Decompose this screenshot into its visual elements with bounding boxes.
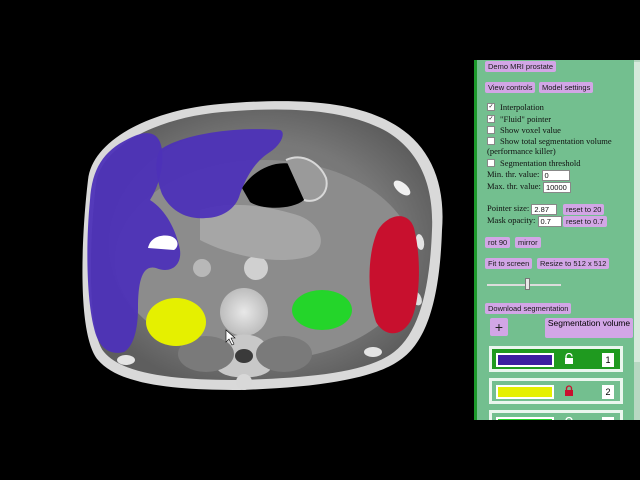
view-controls-button[interactable]: View controls (485, 82, 536, 93)
segment-row[interactable]: 1 (489, 346, 623, 372)
download-segmentation-button[interactable]: Download segmentation (485, 303, 572, 314)
segmentation-threshold-row: Segmentation threshold (487, 158, 581, 168)
segment-color-swatch[interactable] (496, 385, 554, 399)
app-frame: Demo MRI prostate View controls Model se… (0, 60, 640, 420)
lock-icon[interactable] (564, 385, 574, 397)
zoom-slider-thumb[interactable] (525, 278, 530, 290)
zoom-slider-track[interactable] (487, 284, 561, 286)
segmentation-volume-button[interactable]: Segmentation volume (545, 318, 633, 338)
segment-number: 1 (602, 353, 614, 367)
segment-number: 2 (602, 385, 614, 399)
segmentation-mask-spleen (369, 216, 419, 334)
segmentation-mask-right-kidney (146, 298, 206, 346)
min-threshold-input[interactable]: 0 (541, 169, 570, 181)
segment-number: 3 (602, 417, 614, 420)
scrollbar-thumb[interactable] (634, 62, 640, 362)
mask-opacity-row: Mask opacity: 0.7 (487, 215, 562, 227)
show-voxel-value-label: Show voxel value (500, 125, 561, 135)
interpolation-row: ✓ Interpolation (487, 102, 544, 112)
pointer-size-row: Pointer size: 2.87 (487, 203, 558, 215)
pointer-size-input[interactable]: 2.87 (531, 203, 558, 215)
aorta (244, 256, 268, 280)
image-viewer[interactable] (0, 60, 474, 420)
fluid-pointer-label: "Fluid" pointer (500, 114, 552, 124)
segment-row[interactable]: 3 (489, 410, 623, 420)
max-threshold-label: Max. thr. value: (487, 181, 541, 191)
segmentation-threshold-checkbox[interactable] (487, 159, 495, 168)
model-settings-button[interactable]: Model settings (539, 82, 594, 93)
segmentation-mask-left-kidney (292, 290, 352, 330)
segment-color-swatch[interactable] (496, 353, 554, 367)
vena-cava (193, 259, 211, 277)
show-total-volume-checkbox[interactable] (487, 137, 495, 146)
spinous-process (236, 374, 252, 390)
plus-icon: + (494, 319, 504, 335)
demo-mri-prostate-button[interactable]: Demo MRI prostate (485, 61, 557, 72)
min-threshold-row: Min. thr. value: 0 (487, 169, 570, 181)
pointer-size-label: Pointer size: (487, 203, 530, 213)
mask-opacity-label: Mask opacity: (487, 215, 536, 225)
max-threshold-row: Max. thr. value: 10000 (487, 181, 571, 193)
rotate-90-button[interactable]: rot 90 (485, 237, 511, 248)
segmentation-threshold-label: Segmentation threshold (500, 158, 581, 168)
control-panel: Demo MRI prostate View controls Model se… (474, 60, 640, 420)
reset-opacity-button[interactable]: reset to 0.7 (563, 216, 607, 227)
fit-to-screen-button[interactable]: Fit to screen (485, 258, 533, 269)
mirror-button[interactable]: mirror (515, 237, 541, 248)
show-voxel-value-checkbox[interactable] (487, 126, 495, 135)
resize-512-button[interactable]: Resize to 512 x 512 (537, 258, 610, 269)
paraspinal-muscle (256, 336, 312, 372)
mask-opacity-input[interactable]: 0.7 (537, 215, 562, 227)
segment-color-swatch[interactable] (496, 417, 554, 420)
fluid-pointer-checkbox[interactable]: ✓ (487, 115, 495, 124)
interpolation-label: Interpolation (500, 102, 544, 112)
max-threshold-input[interactable]: 10000 (542, 181, 571, 193)
ct-scan-canvas[interactable] (0, 60, 474, 420)
unlock-icon[interactable] (564, 417, 574, 420)
add-segment-button[interactable]: + (490, 318, 508, 336)
interpolation-checkbox[interactable]: ✓ (487, 103, 495, 112)
unlock-icon[interactable] (564, 353, 574, 365)
spinal-canal (235, 349, 253, 363)
rib (364, 347, 382, 357)
segmentation-volume-label: Segmentation volume (547, 318, 631, 328)
show-total-volume-label: Show total segmentation volume (performa… (487, 136, 612, 157)
show-voxel-value-row: Show voxel value (487, 125, 561, 135)
panel-scrollbar[interactable] (634, 60, 640, 420)
rib (117, 355, 135, 365)
min-threshold-label: Min. thr. value: (487, 169, 540, 179)
vertebral-body (220, 288, 268, 336)
reset-pointer-size-button[interactable]: reset to 20 (563, 204, 605, 215)
show-total-volume-row: Show total segmentation volume (performa… (487, 136, 635, 156)
segment-row[interactable]: 2 (489, 378, 623, 404)
fluid-pointer-row: ✓ "Fluid" pointer (487, 114, 551, 124)
